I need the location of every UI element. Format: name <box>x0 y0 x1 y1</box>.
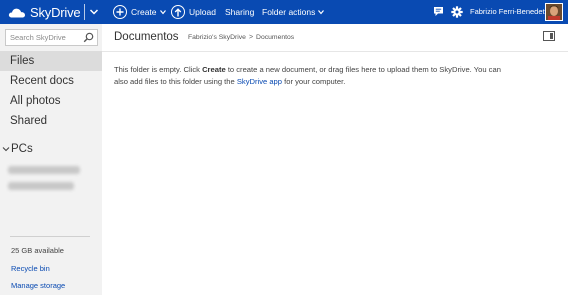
skydrive-app-link[interactable]: SkyDrive app <box>237 77 282 86</box>
sidebar-divider <box>10 236 90 237</box>
storage-available: 25 GB available <box>11 246 64 255</box>
manage-storage-link[interactable]: Manage storage <box>11 281 65 290</box>
pcs-section-toggle[interactable]: PCs <box>2 141 33 157</box>
empty-folder-message: This folder is empty. Click Create to cr… <box>114 64 514 87</box>
brand-name: SkyDrive <box>30 4 81 20</box>
sidebar-item-all-photos[interactable]: All photos <box>0 91 102 111</box>
main-content: Documentos Fabrizio's SkyDrive > Documen… <box>102 24 568 295</box>
upload-button[interactable]: Upload <box>171 0 216 24</box>
chevron-down-icon[interactable] <box>89 7 99 17</box>
sidebar-item-shared[interactable]: Shared <box>0 111 102 131</box>
chevron-down-icon <box>318 10 325 15</box>
folder-actions-button[interactable]: Folder actions <box>262 0 325 24</box>
recycle-bin-link[interactable]: Recycle bin <box>11 264 50 273</box>
breadcrumb-item-current: Documentos <box>256 34 295 41</box>
breadcrumb-item-root[interactable]: Fabrizio's SkyDrive <box>188 34 246 41</box>
search-input[interactable]: Search SkyDrive <box>5 29 98 46</box>
empty-msg-part1: This folder is empty. Click <box>114 65 203 74</box>
page-title: Documentos <box>114 31 179 43</box>
sidebar: Search SkyDrive Files Recent docs All ph… <box>0 24 102 295</box>
chevron-down-icon <box>159 10 166 15</box>
sharing-button[interactable]: Sharing <box>225 0 254 24</box>
sidebar-item-recent-docs[interactable]: Recent docs <box>0 71 102 91</box>
sidebar-item-files[interactable]: Files <box>0 51 102 71</box>
upload-circle-icon <box>171 5 185 19</box>
brand-logo[interactable]: SkyDrive <box>8 0 81 24</box>
cloud-icon <box>8 8 25 17</box>
brand-divider <box>84 4 85 20</box>
plus-circle-icon <box>113 5 127 19</box>
user-name[interactable]: Fabrizio Ferri-Benedetti <box>470 0 548 24</box>
folder-actions-label: Folder actions <box>262 7 316 17</box>
chat-icon[interactable] <box>433 6 444 17</box>
sidebar-item-label: Recent docs <box>10 75 74 87</box>
breadcrumb-separator: > <box>248 34 254 41</box>
create-label: Create <box>131 7 157 17</box>
sharing-label: Sharing <box>225 7 255 17</box>
gear-icon[interactable] <box>451 6 463 18</box>
pcs-label: PCs <box>11 143 33 155</box>
details-pane-icon[interactable] <box>543 31 555 41</box>
pc-item-blurred[interactable] <box>8 182 74 190</box>
sidebar-item-label: Shared <box>10 115 48 127</box>
breadcrumb: Fabrizio's SkyDrive > Documentos <box>188 34 294 41</box>
create-button[interactable]: Create <box>113 0 166 24</box>
pc-item-blurred[interactable] <box>8 166 80 174</box>
search-icon[interactable] <box>83 32 94 43</box>
search-placeholder: Search SkyDrive <box>10 33 66 42</box>
chevron-down-icon <box>2 147 10 152</box>
avatar[interactable] <box>545 3 563 21</box>
sidebar-item-label: All photos <box>10 95 61 107</box>
header-divider <box>102 51 568 52</box>
empty-msg-part3: for your computer. <box>282 76 346 86</box>
sidebar-item-label: Files <box>10 55 35 67</box>
upload-label: Upload <box>189 7 216 17</box>
top-bar: SkyDrive Create Upload Sharing Folder ac… <box>0 0 568 24</box>
empty-msg-create-word: Create <box>202 65 226 74</box>
